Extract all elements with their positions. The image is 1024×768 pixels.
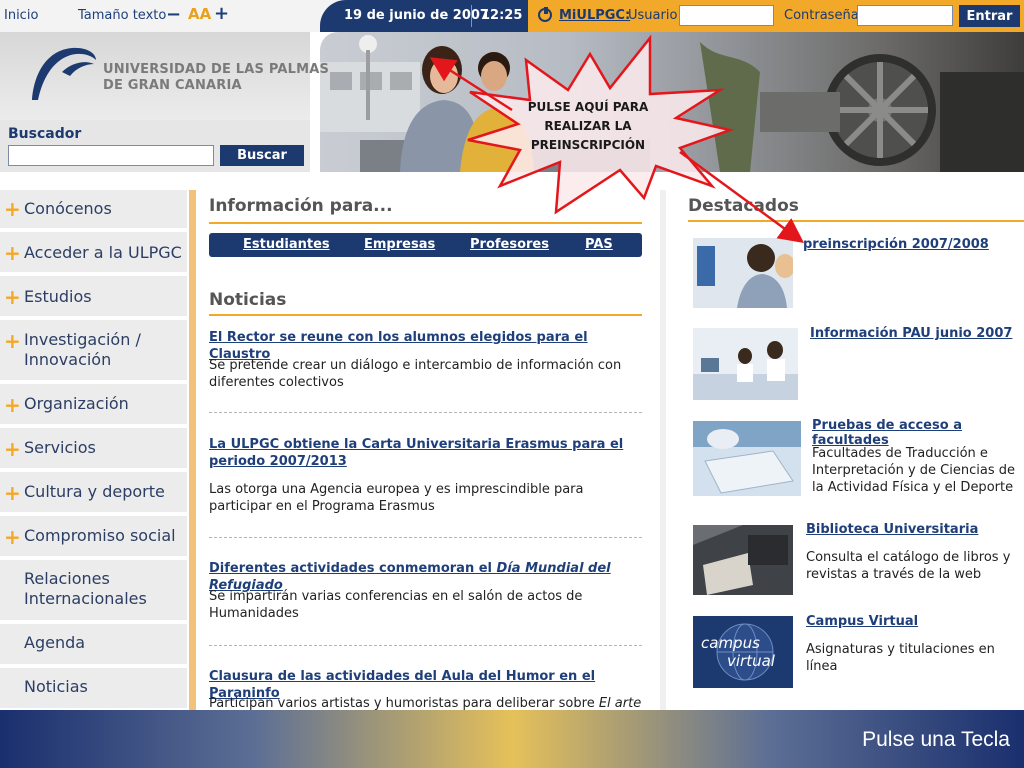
menu-item-relaciones[interactable]: Relaciones Internacionales — [0, 560, 187, 620]
keyboard-image — [693, 421, 801, 496]
menu-item-label: Agenda — [24, 633, 86, 652]
destacado-title[interactable]: Información PAU junio 2007 — [810, 326, 1012, 341]
menu-item-cultura[interactable]: + Cultura y deporte — [0, 472, 187, 512]
news-divider — [209, 412, 642, 413]
callout-arrow-to-girl — [429, 57, 513, 112]
destacado-title[interactable]: Pruebas de acceso a facultades — [812, 418, 1024, 448]
menu-item-label: Investigación / Innovación — [24, 330, 141, 369]
noticias-underline — [209, 314, 642, 316]
menu-item-investigacion[interactable]: + Investigación / Innovación — [0, 320, 187, 380]
thumb-pruebas-image[interactable] — [693, 421, 801, 496]
news-text: Participan varios artistas y humoristas … — [209, 695, 644, 710]
news-title[interactable]: La ULPGC obtiene la Carta Universitaria … — [209, 436, 639, 470]
destacado-text: Consulta el catálogo de libros y revista… — [806, 550, 1011, 582]
news-title-plain: Diferentes actividades conmemoran el — [209, 561, 497, 576]
plus-icon: + — [4, 481, 21, 505]
menu-item-label: Servicios — [24, 438, 96, 457]
news-text: Las otorga una Agencia europea y es impr… — [209, 482, 584, 514]
callout-text: PULSE AQUÍ PARA REALIZAR LA PREINSCRIPCI… — [527, 100, 649, 152]
plus-icon: + — [4, 393, 21, 417]
news-text: Se pretende crear un diálogo e intercamb… — [209, 358, 622, 390]
pulse-una-tecla-prompt[interactable]: Pulse una Tecla — [862, 728, 1010, 752]
destacado-title[interactable]: Campus Virtual — [806, 614, 918, 629]
callout-arrow-to-link — [679, 150, 805, 243]
menu-item-servicios[interactable]: + Servicios — [0, 428, 187, 468]
book-reading-image — [693, 525, 793, 595]
classroom-image — [693, 328, 798, 400]
thumb-biblioteca-image[interactable] — [693, 525, 793, 595]
news-divider — [209, 645, 642, 646]
plus-icon: + — [4, 525, 21, 549]
plus-icon: + — [4, 329, 21, 353]
destacado-text: Facultades de Traducción e Interpretació… — [812, 446, 1015, 495]
virtual-thumb-text: virtual — [727, 652, 775, 670]
news-text: Se impartirán varias conferencias en el … — [209, 589, 583, 621]
thumb-campus-virtual-image[interactable]: campus virtual — [693, 616, 793, 688]
menu-item-label: Noticias — [24, 677, 88, 696]
news-text-italic: El arte en — [598, 696, 644, 710]
menu-item-label: Organización — [24, 394, 129, 413]
plus-icon: + — [4, 437, 21, 461]
thumb-pau-image[interactable] — [693, 328, 798, 400]
menu-item-label: Relaciones Internacionales — [24, 569, 147, 608]
menu-item-noticias[interactable]: Noticias — [0, 668, 187, 708]
destacado-title[interactable]: Biblioteca Universitaria — [806, 522, 978, 537]
menu-item-label: Cultura y deporte — [24, 482, 165, 501]
callout-star-arrows — [429, 34, 805, 243]
menu-item-compromiso[interactable]: + Compromiso social — [0, 516, 187, 556]
destacado-text: Asignaturas y titulaciones en línea — [806, 642, 995, 674]
menu-item-organizacion[interactable]: + Organización — [0, 384, 187, 424]
news-divider — [209, 537, 642, 538]
menu-item-label: Compromiso social — [24, 526, 176, 545]
campus-thumb-text: campus — [701, 634, 760, 652]
news-text-plain: Participan varios artistas y humoristas … — [209, 696, 599, 710]
menu-item-agenda[interactable]: Agenda — [0, 624, 187, 664]
